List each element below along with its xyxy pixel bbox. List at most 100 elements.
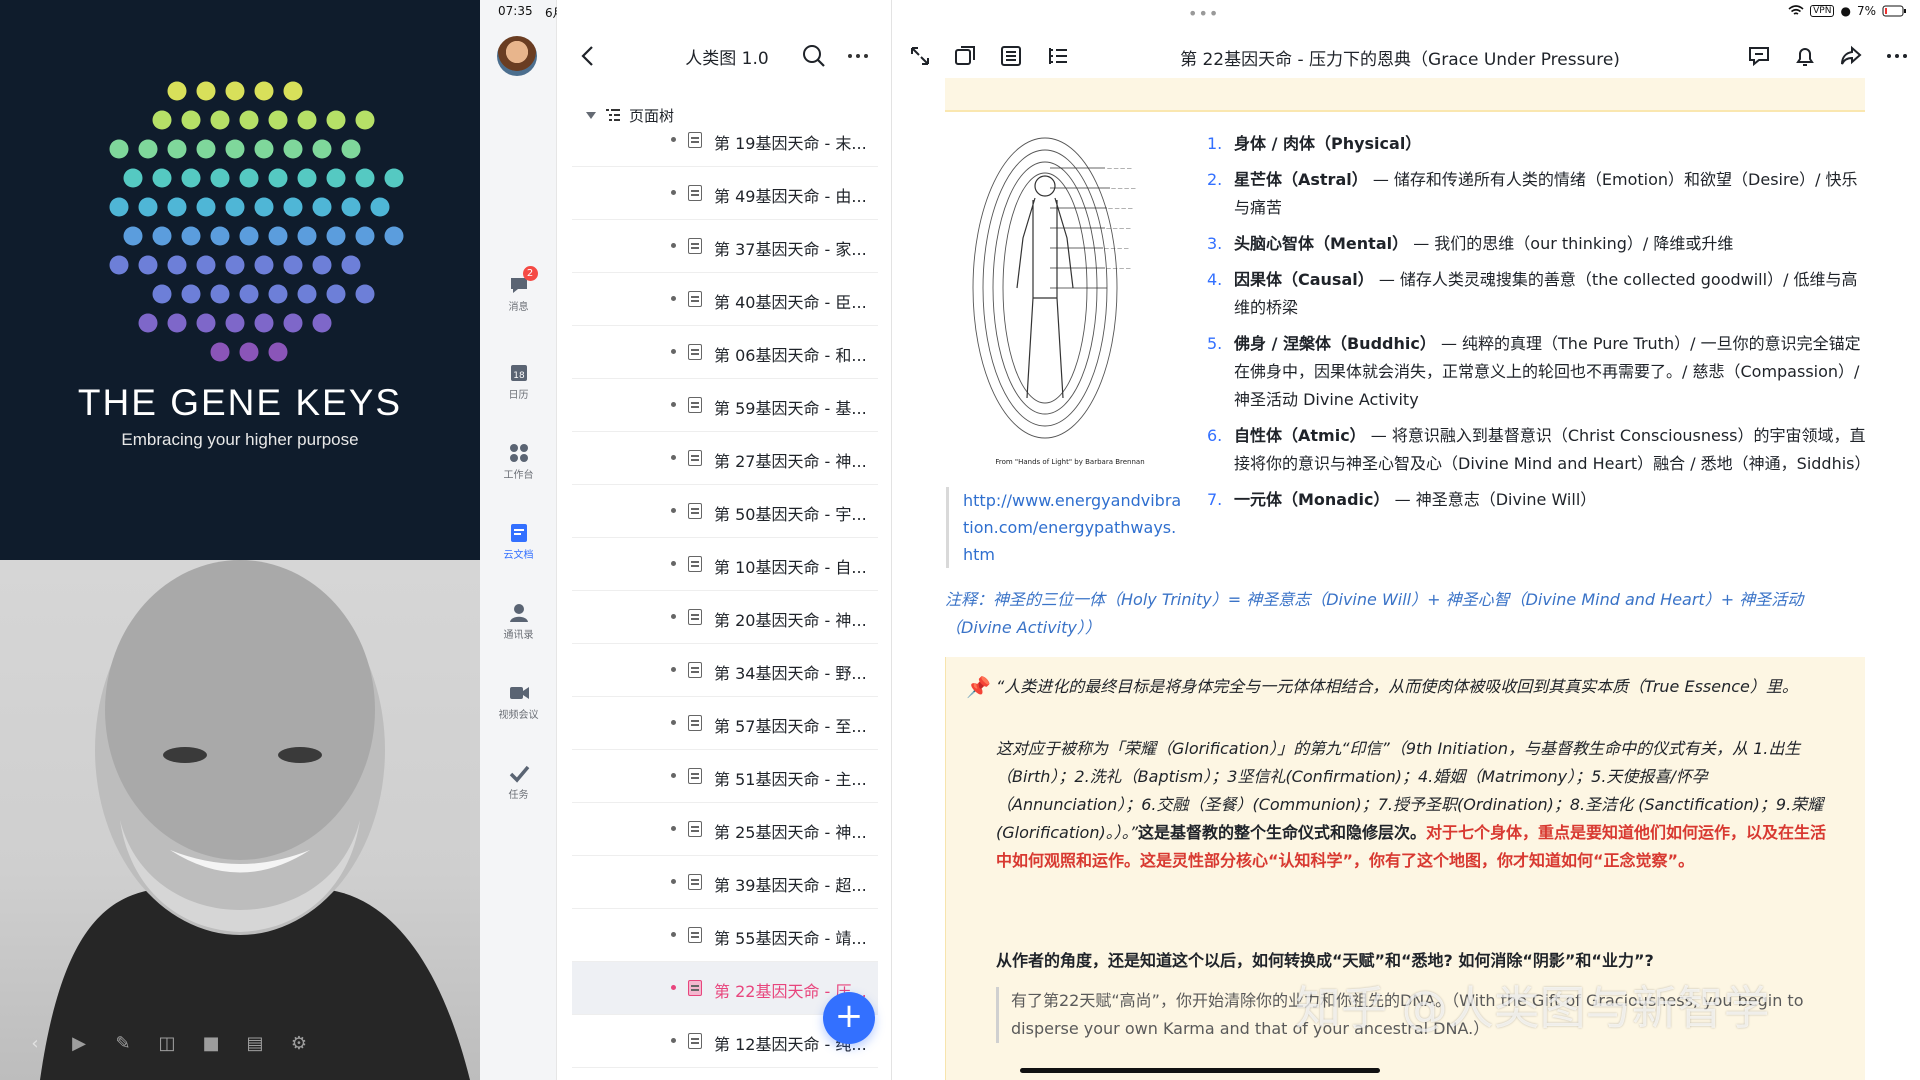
body-layer-item: 3. 头脑心智体（Mental） — 我们的思维（our thinking）/ 降… [1207,230,1867,258]
svg-text:— — — —: — — — — [1106,266,1131,272]
battery-icon [1882,5,1906,17]
logo-dot [225,81,245,101]
logo-dot [167,81,187,101]
tree-list: 第 19基因天命 - 末... 第 49基因天命 - 由... 第 37基因天命 -… [557,128,892,1080]
svg-text:— — — —: — — — — [1107,166,1132,172]
rail-tasks[interactable]: 任务 [480,762,557,801]
figure-link[interactable]: http://www.energyandvibration.com/energy… [963,487,1186,568]
new-window-icon [955,46,975,65]
layer-name: 一元体（Monadic） [1234,490,1390,509]
watermark: 知乎 @人类图与新智学 [1295,981,1770,1035]
back-icon[interactable]: ‹ [22,1030,48,1056]
svg-text:— — — —: — — — — [1111,186,1136,192]
logo-dot [239,110,259,130]
more-icon [848,54,868,58]
add-page-button[interactable]: + [823,992,875,1044]
bullet-icon [671,879,676,884]
page-tree-panel: 人类图 1.0 页面树 第 19基因天命 - 末... 第 49基因天命 - 由.… [557,0,892,1080]
outline-button[interactable] [999,44,1023,68]
tree-item[interactable]: 第 50基因天命 - 宇... [572,485,878,538]
multitask-handle[interactable]: ••• [1188,4,1219,23]
user-avatar[interactable] [497,36,537,76]
screenshot-icon[interactable]: ◫ [154,1030,180,1056]
tree-item[interactable]: 第 51基因天命 - 主... [572,750,878,803]
tree-item[interactable]: 第 55基因天命 - 靖... [572,909,878,962]
logo-dot [297,284,317,304]
logo-dot [123,226,143,246]
tree-toggle-button[interactable] [1046,44,1070,68]
tree-item[interactable]: 第 34基因天命 - 野... [572,644,878,697]
tree-item[interactable]: 第 49基因天命 - 由... [572,167,878,220]
logo-dot [196,139,216,159]
document-icon [688,450,702,466]
expand-button[interactable] [908,44,932,68]
chevron-left-icon [581,46,593,66]
camera-icon[interactable]: ■ [198,1030,224,1056]
tree-item[interactable]: 第 20基因天命 - 神... [572,591,878,644]
document-icon [688,291,702,307]
tree-item[interactable]: 第 19基因天命 - 末... [572,128,878,167]
more-button[interactable] [845,44,871,68]
search-button[interactable] [801,43,827,69]
tree-item[interactable]: 第 37基因天命 - 家... [572,220,878,273]
tree-item[interactable]: 第 59基因天命 - 基... [572,379,878,432]
logo-dot [254,139,274,159]
tree-root[interactable]: 页面树 [585,104,674,126]
logo-dot [210,168,230,188]
document-title: 第 22基因天命 - 压力下的恩典（Grace Under Pressure) [1180,50,1620,70]
logo-dot [181,226,201,246]
tree-item[interactable]: 第 27基因天命 - 神... [572,432,878,485]
logo-dot [254,81,274,101]
rail-contacts[interactable]: 通讯录 [480,602,557,641]
tree-item-label: 第 10基因天命 - 自... [714,558,867,577]
person-icon: ● [1840,4,1851,18]
logo-dot [268,226,288,246]
rail-messages[interactable]: 2 消息 [480,266,557,313]
tree-item[interactable]: 第 40基因天命 - 臣... [572,273,878,326]
bullet-icon [671,932,676,937]
logo-dot [152,226,172,246]
search-icon [803,45,825,67]
tree-item[interactable]: 第 10基因天命 - 自... [572,538,878,591]
tree-item[interactable]: 第 39基因天命 - 超... [572,856,878,909]
notification-button[interactable] [1793,44,1817,68]
tree-item[interactable]: 第 06基因天命 - 和... [572,326,878,379]
status-bar-icons: VPN ● 7% [1788,4,1906,18]
list-number: 1. [1207,134,1223,153]
bullet-icon [671,826,676,831]
subtitles-icon[interactable]: ▤ [242,1030,268,1056]
tree-header: 人类图 1.0 [557,34,892,78]
doc-more-button[interactable] [1885,44,1909,68]
rail-video-meeting[interactable]: 视频会议 [480,682,557,721]
document-icon [688,927,702,943]
comment-button[interactable] [1747,44,1771,68]
rail-docs[interactable]: 云文档 [480,522,557,561]
svg-text:— — — —: — — — — [1104,246,1129,252]
bullet-icon [671,773,676,778]
tree-item[interactable]: 第 57基因天命 - 至... [572,697,878,750]
settings-icon[interactable]: ⚙ [286,1030,312,1056]
figure-caption: From "Hands of Light" by Barbara Brennan [995,458,1144,466]
tree-item[interactable]: 第 25基因天命 - 神... [572,803,878,856]
back-button[interactable] [577,44,599,68]
logo-dot [355,226,375,246]
logo-dot [283,81,303,101]
document-icon [688,662,702,678]
tree-item-label: 第 06基因天命 - 和... [714,346,867,365]
tree-root-label: 页面树 [629,106,675,125]
pen-icon[interactable]: ✎ [110,1030,136,1056]
window-button[interactable] [953,44,977,68]
bell-icon [1796,48,1814,66]
play-icon[interactable]: ▶ [66,1030,92,1056]
logo-dot [181,110,201,130]
question-text: 从作者的角度，还是知道这个以后，如何转换成“天赋”和“悉地? 如何消除“阴影”和… [996,951,1654,970]
layer-name: 身体 / 肉体（Physical） [1234,134,1422,153]
list-number: 7. [1207,490,1223,509]
bullet-icon [671,508,676,513]
bullet-icon [671,667,676,672]
share-button[interactable] [1839,44,1863,68]
rail-workspace[interactable]: 工作台 [480,442,557,481]
logo-dot [239,168,259,188]
layer-description: — 神圣意志（Divine Will） [1394,490,1597,509]
rail-calendar[interactable]: 18 日历 [480,362,557,401]
